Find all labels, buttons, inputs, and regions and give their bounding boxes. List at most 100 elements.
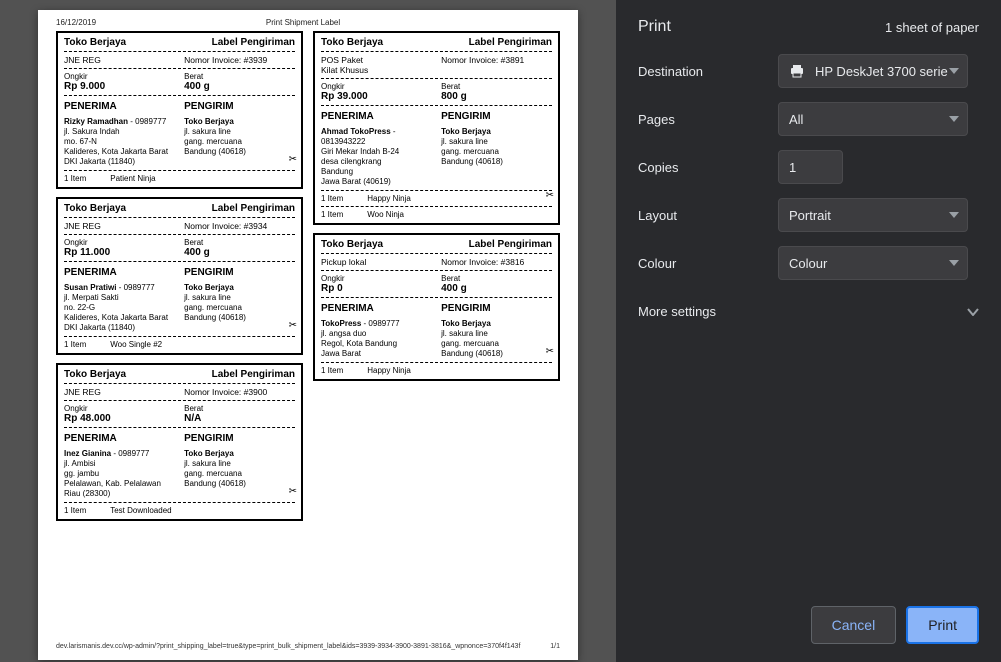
cancel-button[interactable]: Cancel <box>811 606 897 644</box>
receiver-block: Rizky Ramadhan - 0989777jl. Sakura Indah… <box>64 117 175 167</box>
item-row: 1 Item Happy Ninja <box>321 190 552 203</box>
pages-select[interactable]: All <box>778 102 968 136</box>
sender-name: Toko Berjaya <box>441 127 491 136</box>
scissors-icon: ✂ <box>546 346 554 357</box>
berat-value: N/A <box>184 413 295 424</box>
footer-pagenum: 1/1 <box>550 643 560 650</box>
field-destination: Destination HP DeskJet 3700 serie <box>638 54 979 88</box>
pengirim-heading: PENGIRIM <box>184 101 295 112</box>
panel-body: Destination HP DeskJet 3700 serie Pages … <box>616 50 1001 588</box>
page-doc-title: Print Shipment Label <box>96 18 510 27</box>
receiver-phone: - 0989777 <box>361 319 399 328</box>
ongkir-value: Rp 48.000 <box>64 413 175 424</box>
shipping-label-card: Toko Berjaya Label Pengiriman JNE REG Nomor… <box>56 31 303 189</box>
receiver-name: Inez Gianina <box>64 449 111 458</box>
item-count: 1 Item <box>321 366 343 375</box>
page-footer: dev.larismanis.dev.cc/wp-admin/?print_sh… <box>56 637 560 650</box>
invoice: Nomor Invoice: #3939 <box>184 55 295 65</box>
item-row: 1 ItemPatient Ninja <box>64 170 295 183</box>
store-name: Toko Berjaya <box>64 203 126 214</box>
invoice: Nomor Invoice: #3900 <box>184 387 295 397</box>
shipping-label-card: Toko BerjayaLabel PengirimanPickup lokal… <box>313 233 560 381</box>
scissors-icon: ✂ <box>289 320 297 331</box>
field-layout: Layout Portrait <box>638 198 979 232</box>
receiver-block: Ahmad TokoPress - 0813943222Giri Mekar I… <box>321 127 432 187</box>
print-button[interactable]: Print <box>906 606 979 644</box>
chevron-down-icon <box>949 68 959 74</box>
sender-block: Toko Berjayajl. sakura linegang. mercuan… <box>441 127 552 187</box>
chevron-down-icon <box>949 116 959 122</box>
sender-name: Toko Berjaya <box>441 319 491 328</box>
colour-select[interactable]: Colour <box>778 246 968 280</box>
panel-title: Print <box>638 18 671 36</box>
item-name: Woo Ninja <box>367 210 404 219</box>
more-settings-toggle[interactable]: More settings <box>638 294 979 319</box>
labels-column: Toko Berjaya Label Pengiriman POS Paket Ki… <box>313 31 560 521</box>
page-header: 16/12/2019 Print Shipment Label <box>56 16 560 31</box>
penerima-heading: PENERIMA <box>321 303 432 314</box>
item-name: Happy Ninja <box>367 366 411 375</box>
shipping-label-card: Toko BerjayaLabel PengirimanJNE REGNomor… <box>56 363 303 521</box>
item-count: 1 Item <box>321 194 343 203</box>
scissors-icon: ✂ <box>289 486 297 497</box>
receiver-phone: - 0989777 <box>111 449 149 458</box>
layout-select[interactable]: Portrait <box>778 198 968 232</box>
berat-label: Berat <box>441 274 552 283</box>
scissors-icon: ✂ <box>546 190 554 201</box>
berat-value: 400 g <box>184 81 295 92</box>
panel-footer: Cancel Print <box>616 588 1001 662</box>
copies-input[interactable] <box>778 150 843 184</box>
courier: JNE REG <box>64 55 175 65</box>
destination-value: HP DeskJet 3700 serie <box>815 64 948 79</box>
berat-label: Berat <box>441 82 552 91</box>
chevron-down-icon <box>949 212 959 218</box>
pages-value: All <box>789 112 803 127</box>
footer-url: dev.larismanis.dev.cc/wp-admin/?print_sh… <box>56 643 520 650</box>
item-row: 1 Item Test Downloaded <box>64 502 295 515</box>
layout-label: Layout <box>638 208 768 223</box>
sender-name: Toko Berjaya <box>184 117 234 126</box>
destination-select[interactable]: HP DeskJet 3700 serie <box>778 54 968 88</box>
store-name: Toko Berjaya <box>321 37 383 48</box>
receiver-name: Susan Pratiwi <box>64 283 116 292</box>
item-name: Test Downloaded <box>110 506 171 515</box>
receiver-phone: - 0989777 <box>128 117 166 126</box>
pages-label: Pages <box>638 112 768 127</box>
pengirim-heading: PENGIRIM <box>184 267 295 278</box>
shipping-label-card: Toko BerjayaLabel PengirimanJNE REGNomor… <box>56 197 303 355</box>
item-count: 1 Item <box>64 506 86 515</box>
invoice: Nomor Invoice: #3934 <box>184 221 295 231</box>
item-row: 1 Item Happy Ninja <box>321 362 552 375</box>
chevron-down-icon <box>967 308 979 316</box>
print-panel: Print 1 sheet of paper Destination HP De… <box>616 0 1001 662</box>
ongkir-label: Ongkir <box>321 82 432 91</box>
item-row: 1 ItemWoo Ninja <box>321 206 552 219</box>
pengirim-heading: PENGIRIM <box>441 111 552 122</box>
label-title: Label Pengiriman <box>212 37 295 48</box>
destination-label: Destination <box>638 64 768 79</box>
label-title: Label Pengiriman <box>469 239 552 250</box>
panel-header: Print 1 sheet of paper <box>616 0 1001 50</box>
pengirim-heading: PENGIRIM <box>184 433 295 444</box>
chevron-down-icon <box>949 260 959 266</box>
courier: JNE REG <box>64 221 175 231</box>
print-preview-area: 16/12/2019 Print Shipment Label Toko Ber… <box>0 0 616 662</box>
berat-value: 400 g <box>441 283 552 294</box>
shipping-label-card: Toko BerjayaLabel PengirimanPOS Paket Ki… <box>313 31 560 225</box>
invoice: Nomor Invoice: #3891 <box>441 55 552 75</box>
store-name: Toko Berjaya <box>64 369 126 380</box>
pengirim-heading: PENGIRIM <box>441 303 552 314</box>
courier: POS Paket Kilat Khusus <box>321 55 432 75</box>
colour-label: Colour <box>638 256 768 271</box>
field-pages: Pages All <box>638 102 979 136</box>
penerima-heading: PENERIMA <box>64 101 175 112</box>
sender-block: Toko Berjayajl. sakura linegang. mercuan… <box>441 319 552 359</box>
receiver-phone: - 0989777 <box>116 283 154 292</box>
item-name: Happy Ninja <box>367 194 411 203</box>
sender-block: Toko Berjayajl. sakura linegang. mercuan… <box>184 117 295 167</box>
berat-value: 800 g <box>441 91 552 102</box>
page-date: 16/12/2019 <box>56 18 96 27</box>
sender-block: Toko Berjayajl. sakura linegang. mercuan… <box>184 283 295 333</box>
penerima-heading: PENERIMA <box>64 433 175 444</box>
sender-name: Toko Berjaya <box>184 449 234 458</box>
